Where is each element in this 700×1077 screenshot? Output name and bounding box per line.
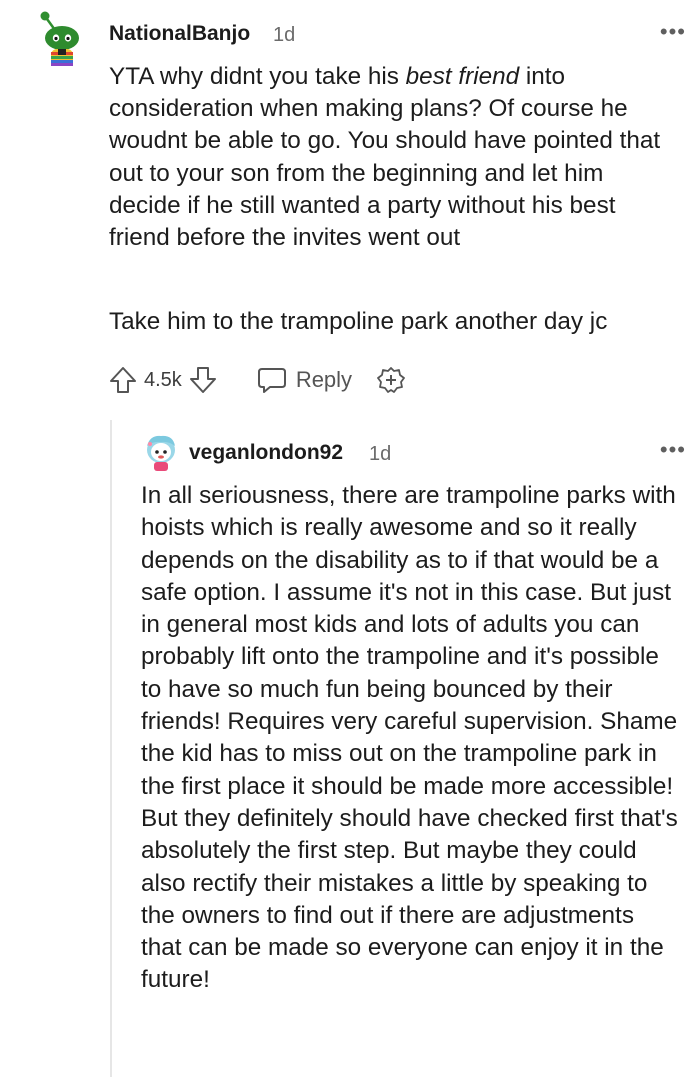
downvote-arrow-icon[interactable] bbox=[188, 365, 218, 395]
comment-timestamp: 1d bbox=[273, 24, 296, 46]
reply-username[interactable]: veganlondon92 bbox=[189, 441, 343, 465]
snoo-avatar-icon[interactable] bbox=[142, 432, 180, 472]
speech-bubble-icon bbox=[257, 368, 286, 393]
comment-text-emphasis: best friend bbox=[405, 63, 520, 90]
award-plus-icon[interactable] bbox=[376, 365, 406, 395]
comment-text-after: into consideration when making plans? Of… bbox=[109, 63, 661, 252]
thread-collapse-line[interactable] bbox=[110, 420, 112, 1077]
reply-timestamp: 1d bbox=[369, 443, 392, 465]
comment-username[interactable]: NationalBanjo bbox=[109, 22, 250, 46]
more-options-icon[interactable]: ••• bbox=[660, 437, 686, 463]
comment-action-bar: 4.5k Reply bbox=[108, 362, 406, 398]
reply-button[interactable]: Reply bbox=[256, 365, 352, 395]
reply-label: Reply bbox=[295, 367, 353, 392]
upvote-arrow-icon[interactable] bbox=[108, 365, 138, 395]
comment-body-paragraph-2: Take him to the trampoline park another … bbox=[109, 308, 608, 335]
vote-count: 4.5k bbox=[144, 368, 182, 391]
snoo-avatar-icon[interactable] bbox=[38, 10, 86, 70]
more-options-icon[interactable]: ••• bbox=[660, 19, 686, 45]
reply-body: In all seriousness, there are trampoline… bbox=[141, 482, 678, 994]
comment-text-before: YTA why didnt you take his bbox=[109, 63, 406, 90]
comment-body-paragraph-1: YTA why didnt you take his best friend i… bbox=[109, 61, 679, 254]
